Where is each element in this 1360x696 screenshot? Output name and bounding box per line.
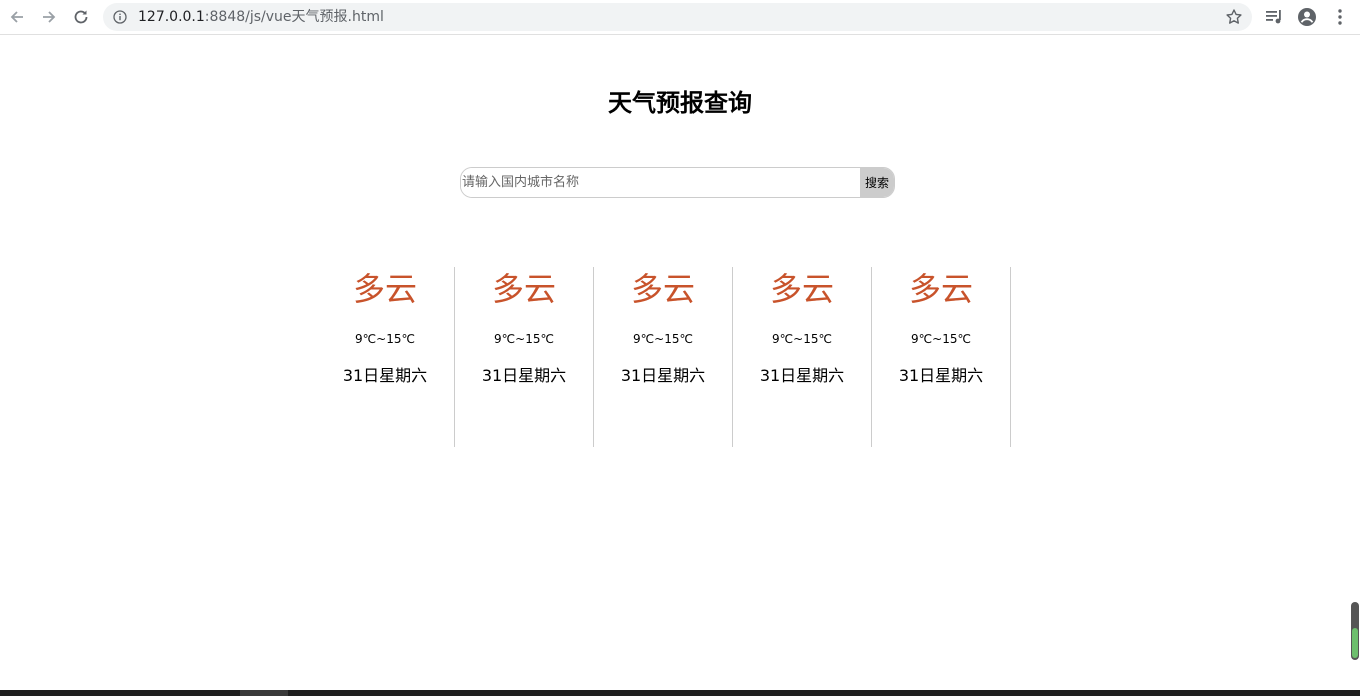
temperature-range: 9℃~15℃ [355, 332, 415, 346]
page-content: 天气预报查询 搜索 多云 9℃~15℃ 31日星期六 多云 9℃~15℃ 31日… [0, 36, 1360, 690]
weather-type: 多云 [491, 270, 556, 308]
browser-toolbar: 127.0.0.1:8848/js/vue天气预报.html [0, 0, 1360, 35]
forecast-list: 多云 9℃~15℃ 31日星期六 多云 9℃~15℃ 31日星期六 多云 9℃~… [316, 267, 1011, 447]
scroll-indicator[interactable] [1351, 602, 1359, 660]
temperature-range: 9℃~15℃ [911, 332, 971, 346]
taskbar-tab[interactable] [240, 690, 288, 696]
kebab-menu-icon[interactable] [1330, 7, 1350, 27]
forecast-item: 多云 9℃~15℃ 31日星期六 [455, 267, 594, 447]
forecast-item: 多云 9℃~15℃ 31日星期六 [872, 267, 1011, 447]
forecast-item: 多云 9℃~15℃ 31日星期六 [733, 267, 872, 447]
city-search-input[interactable] [461, 168, 860, 197]
url-text[interactable]: 127.0.0.1:8848/js/vue天气预报.html [138, 8, 384, 26]
forecast-date: 31日星期六 [620, 366, 706, 385]
search-form: 搜索 [460, 167, 895, 198]
forecast-date: 31日星期六 [759, 366, 845, 385]
weather-type: 多云 [769, 270, 834, 308]
forecast-item: 多云 9℃~15℃ 31日星期六 [594, 267, 733, 447]
url-host: 127.0.0.1 [138, 9, 205, 25]
info-icon[interactable] [113, 10, 127, 24]
weather-type: 多云 [908, 270, 973, 308]
reload-icon [74, 10, 88, 24]
forecast-date: 31日星期六 [898, 366, 984, 385]
page-title: 天气预报查询 [608, 89, 752, 117]
address-bar[interactable]: 127.0.0.1:8848/js/vue天气预报.html [103, 3, 1252, 31]
forecast-date: 31日星期六 [481, 366, 567, 385]
forecast-item: 多云 9℃~15℃ 31日星期六 [316, 267, 455, 447]
forward-button[interactable] [38, 6, 60, 28]
arrow-right-icon [43, 11, 56, 23]
account-icon[interactable] [1297, 7, 1317, 27]
url-path: :8848/js/vue天气预报.html [204, 9, 384, 25]
temperature-range: 9℃~15℃ [494, 332, 554, 346]
arrow-left-icon [10, 11, 23, 23]
forecast-date: 31日星期六 [342, 366, 428, 385]
star-icon[interactable] [1225, 8, 1243, 26]
weather-type: 多云 [352, 270, 417, 308]
reload-button[interactable] [70, 6, 92, 28]
temperature-range: 9℃~15℃ [772, 332, 832, 346]
scroll-indicator-fill [1352, 628, 1358, 658]
media-control-icon[interactable] [1264, 7, 1284, 27]
weather-type: 多云 [630, 270, 695, 308]
back-button[interactable] [6, 6, 28, 28]
taskbar-strip [0, 690, 1360, 696]
temperature-range: 9℃~15℃ [633, 332, 693, 346]
search-button[interactable]: 搜索 [860, 168, 894, 197]
